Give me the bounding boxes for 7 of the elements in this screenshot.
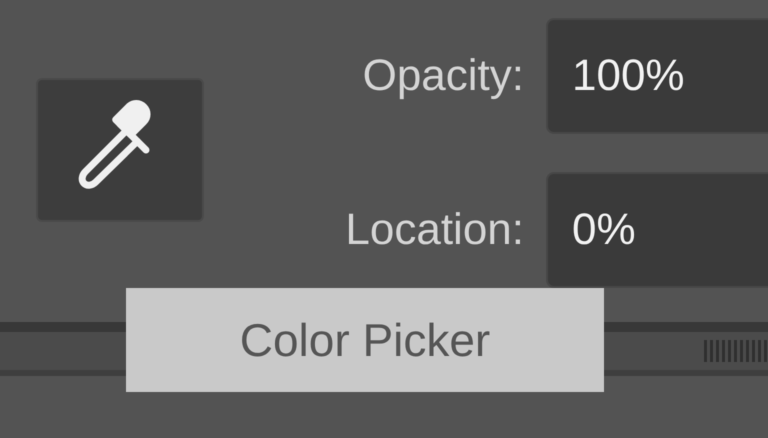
field-label: Opacity: <box>362 50 524 102</box>
field-label: Location: <box>344 204 524 256</box>
color-picker-button[interactable] <box>36 78 204 222</box>
tooltip: Color Picker <box>126 288 604 392</box>
input-field[interactable]: 0% <box>546 172 768 288</box>
grip-icon[interactable] <box>704 340 768 362</box>
input-field[interactable]: 100% <box>546 18 768 134</box>
